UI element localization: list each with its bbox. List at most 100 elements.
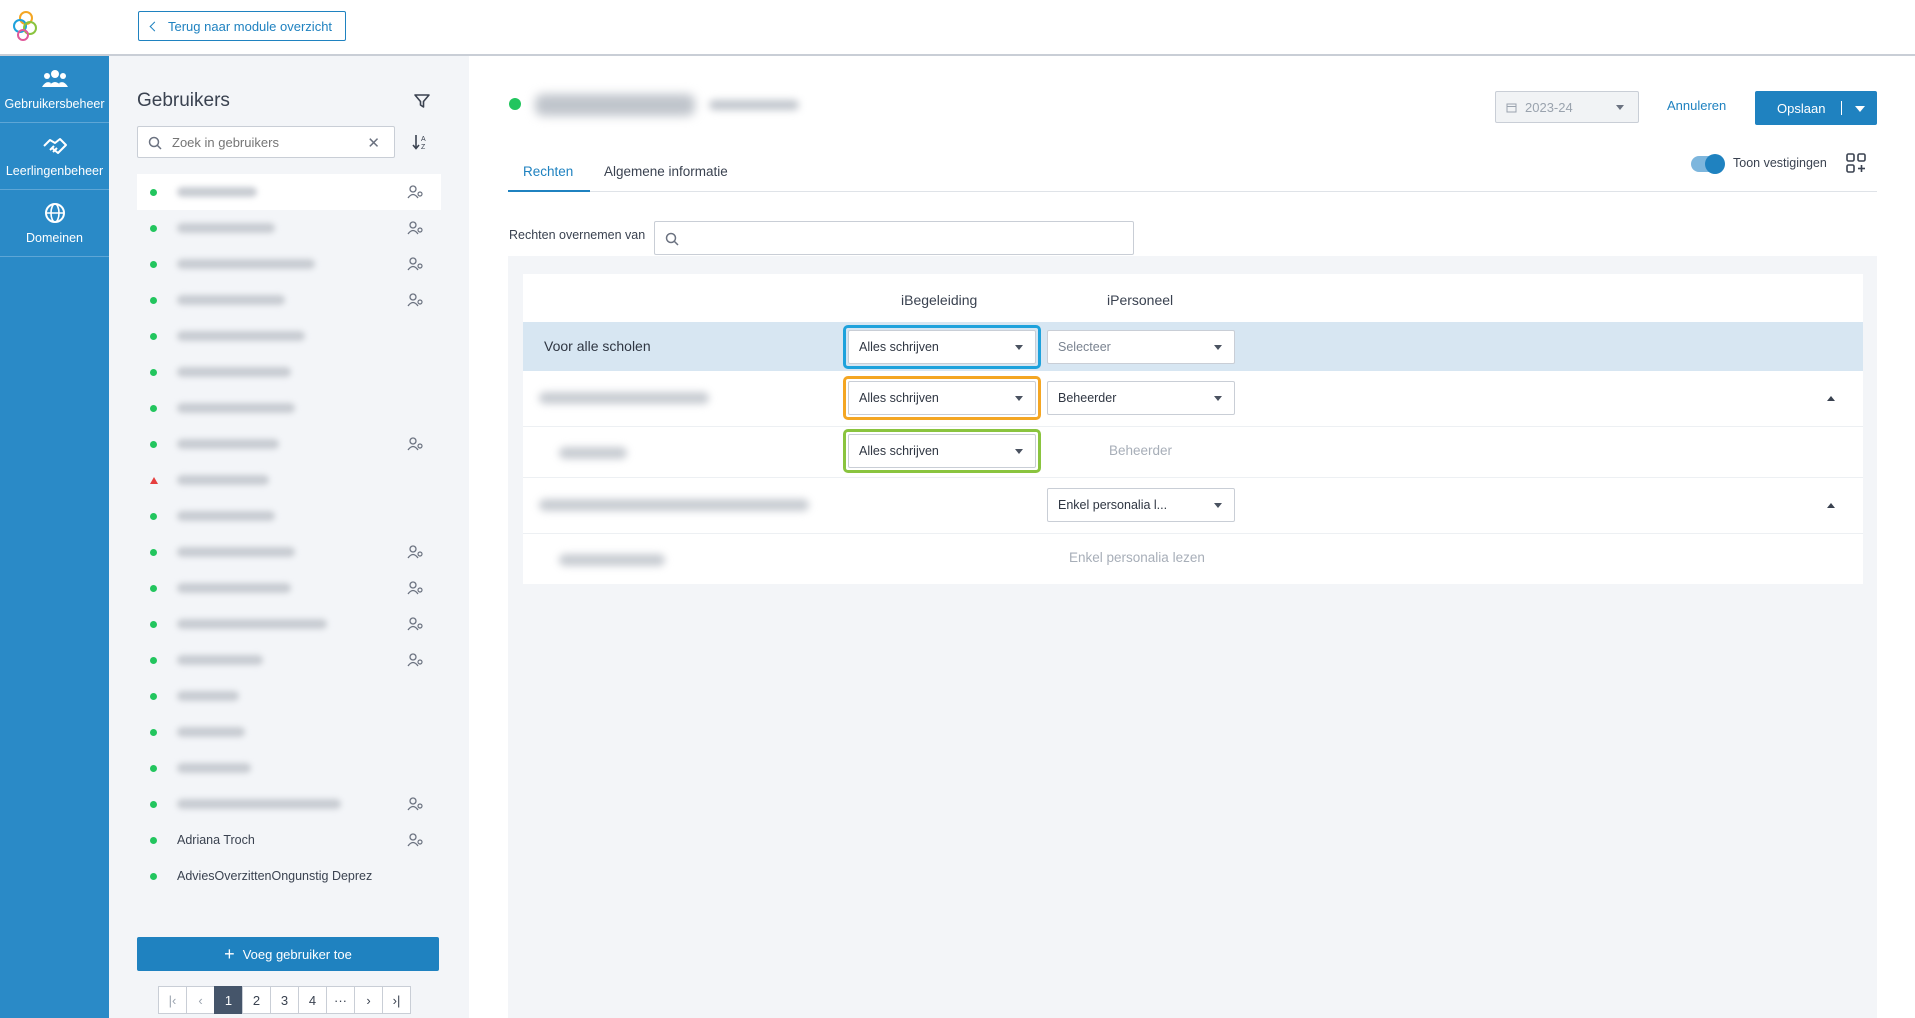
list-item[interactable] — [137, 174, 441, 210]
ipersoneel-select[interactable]: Enkel personalia l... — [1047, 488, 1235, 522]
ibegeleiding-select[interactable]: Alles schrijven — [848, 330, 1036, 364]
ibegeleiding-select[interactable]: Alles schrijven — [848, 381, 1036, 415]
copy-rights-search-input[interactable] — [654, 221, 1134, 255]
grid-add-icon[interactable] — [1845, 152, 1867, 174]
page-3-button[interactable]: 3 — [270, 986, 299, 1014]
page-2-button[interactable]: 2 — [242, 986, 271, 1014]
collapse-icon[interactable] — [1827, 503, 1835, 508]
add-user-button[interactable]: + Voeg gebruiker toe — [137, 937, 439, 971]
chevron-down-icon — [1214, 396, 1222, 401]
user-key-icon — [407, 797, 423, 811]
list-item[interactable] — [137, 282, 441, 318]
page-1-button[interactable]: 1 — [214, 986, 243, 1014]
user-key-icon — [407, 257, 423, 271]
nav-item-gebruikersbeheer[interactable]: Gebruikersbeheer — [0, 56, 109, 123]
list-item[interactable] — [137, 750, 441, 786]
list-item[interactable] — [137, 354, 441, 390]
tab-rechten[interactable]: Rechten — [508, 156, 590, 192]
nav-item-domeinen[interactable]: Domeinen — [0, 190, 109, 257]
nav-label: Domeinen — [26, 231, 83, 245]
chevron-down-icon — [1015, 345, 1023, 350]
table-row-location: Enkel personalia lezen — [523, 534, 1863, 584]
list-item[interactable] — [137, 462, 441, 498]
main-content: 2023-24 Annuleren Opslaan Rechten Algeme… — [469, 56, 1915, 1018]
more-pages-button[interactable]: ··· — [326, 986, 355, 1014]
left-navigation: Gebruikersbeheer Leerlingenbeheer Domein… — [0, 56, 109, 1018]
user-id-redacted — [709, 100, 799, 110]
pagination: |‹ ‹ 1 2 3 4 ··· › ›| — [158, 986, 411, 1014]
list-item[interactable] — [137, 498, 441, 534]
svg-text:Z: Z — [421, 144, 426, 151]
list-item[interactable] — [137, 318, 441, 354]
user-name: Adriana Troch — [177, 833, 255, 847]
close-icon[interactable]: ✕ — [367, 134, 380, 152]
svg-text:A: A — [421, 136, 426, 143]
user-key-icon — [407, 545, 423, 559]
chevron-down-icon — [1214, 503, 1222, 508]
collapse-icon[interactable] — [1827, 396, 1835, 401]
cancel-button[interactable]: Annuleren — [1667, 98, 1726, 113]
chevron-down-icon[interactable] — [1855, 106, 1865, 112]
list-item[interactable] — [137, 642, 441, 678]
search-icon — [665, 232, 679, 246]
user-key-icon — [407, 833, 423, 847]
list-item[interactable] — [137, 246, 441, 282]
user-list: Adriana Troch AdviesOverzittenOngunstig … — [137, 174, 441, 894]
list-item[interactable]: AdviesOverzittenOngunstig Deprez — [137, 858, 441, 894]
list-item[interactable] — [137, 534, 441, 570]
user-name: AdviesOverzittenOngunstig Deprez — [177, 869, 373, 883]
school-year-select[interactable]: 2023-24 — [1495, 91, 1639, 123]
user-key-icon — [407, 293, 423, 307]
list-item[interactable] — [137, 678, 441, 714]
globe-icon — [44, 203, 65, 223]
back-to-modules-button[interactable]: Terug naar module overzicht — [138, 11, 346, 41]
ipersoneel-value: Enkel personalia lezen — [1069, 550, 1205, 565]
prev-page-button[interactable]: ‹ — [186, 986, 215, 1014]
list-item[interactable] — [137, 210, 441, 246]
list-item[interactable] — [137, 714, 441, 750]
nav-item-leerlingenbeheer[interactable]: Leerlingenbeheer — [0, 123, 109, 190]
show-locations-toggle[interactable] — [1691, 154, 1725, 174]
warning-icon — [150, 476, 158, 484]
sort-az-icon[interactable]: A Z — [411, 132, 431, 152]
user-search: ✕ — [137, 126, 395, 158]
list-item[interactable] — [137, 786, 441, 822]
table-row-location: Alles schrijven Beheerder — [523, 427, 1863, 477]
list-item[interactable]: Adriana Troch — [137, 822, 441, 858]
app-logo-icon[interactable] — [10, 10, 40, 42]
next-page-button[interactable]: › — [354, 986, 383, 1014]
last-page-button[interactable]: ›| — [382, 986, 411, 1014]
list-item[interactable] — [137, 570, 441, 606]
user-status-dot — [509, 98, 521, 110]
chevron-down-icon — [1015, 449, 1023, 454]
list-item[interactable] — [137, 390, 441, 426]
user-key-icon — [407, 581, 423, 595]
status-dot — [150, 188, 157, 196]
toggle-label: Toon vestigingen — [1733, 156, 1827, 170]
save-button[interactable]: Opslaan — [1755, 91, 1877, 125]
ipersoneel-value: Beheerder — [1109, 443, 1173, 458]
column-header-ibegeleiding: iBegeleiding — [901, 292, 978, 308]
tab-algemene-informatie[interactable]: Algemene informatie — [604, 156, 728, 192]
first-page-button[interactable]: |‹ — [158, 986, 187, 1014]
user-search-input[interactable] — [172, 134, 362, 150]
ipersoneel-select[interactable]: Selecteer — [1047, 330, 1235, 364]
table-row-school[interactable]: Enkel personalia l... — [523, 478, 1863, 533]
ipersoneel-select[interactable]: Beheerder — [1047, 381, 1235, 415]
chevron-down-icon — [1214, 345, 1222, 350]
user-key-icon — [407, 617, 423, 631]
page-4-button[interactable]: 4 — [298, 986, 327, 1014]
user-key-icon — [407, 221, 423, 235]
user-key-icon — [407, 437, 423, 451]
table-row-all-schools: Voor alle scholen Alles schrijven Select… — [523, 322, 1863, 371]
filter-icon[interactable] — [413, 92, 431, 110]
ibegeleiding-select[interactable]: Alles schrijven — [848, 434, 1036, 468]
list-item[interactable] — [137, 606, 441, 642]
list-item[interactable] — [137, 426, 441, 462]
user-name-redacted — [535, 94, 695, 116]
plus-icon: + — [224, 944, 235, 964]
nav-label: Gebruikersbeheer — [4, 97, 105, 111]
table-row-school[interactable]: Alles schrijven Beheerder — [523, 371, 1863, 426]
column-header-ipersoneel: iPersoneel — [1107, 292, 1174, 308]
rights-table-area: iBegeleiding iPersoneel Voor alle schole… — [508, 256, 1877, 1018]
